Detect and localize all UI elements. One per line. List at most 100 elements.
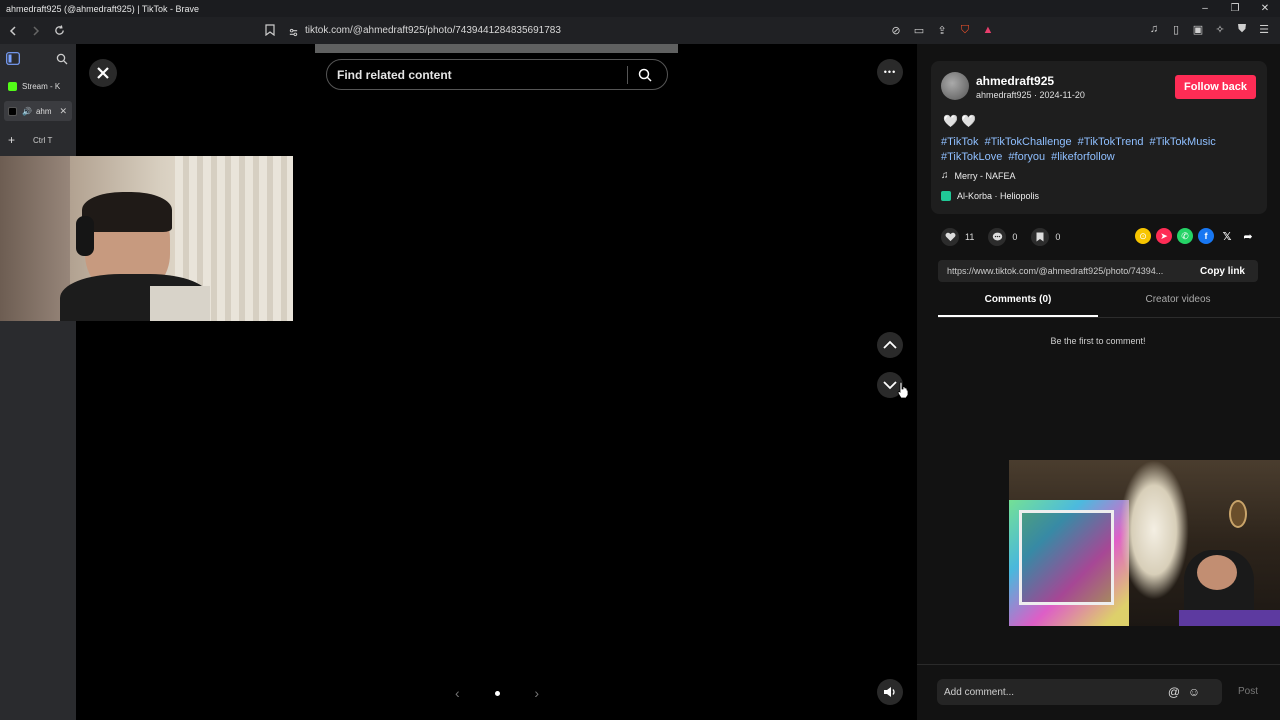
hand-cursor-icon — [897, 381, 909, 399]
media-icon[interactable]: ♫ — [1146, 21, 1162, 37]
music-note-icon: ♫ — [941, 170, 949, 181]
post-link-text[interactable]: https://www.tiktok.com/@ahmedraft925/pho… — [947, 266, 1200, 276]
avatar[interactable] — [941, 72, 969, 100]
share-buttons: ⊙ ➤ ✆ f 𝕏 ➦ — [1135, 228, 1256, 244]
tab-item-stream[interactable]: Stream - K — [4, 76, 72, 96]
emoji-icon[interactable]: ☺ — [1184, 685, 1204, 699]
comment-box: @ ☺ — [937, 679, 1222, 705]
hashtag-link[interactable]: #foryou — [1008, 151, 1045, 163]
webcam-overlay-right — [1009, 460, 1280, 626]
tab-search-icon[interactable] — [56, 52, 68, 70]
leo-ai-icon[interactable]: ✧ — [1212, 21, 1228, 37]
site-info-icon[interactable] — [288, 25, 299, 43]
embed-share-icon[interactable]: ⊙ — [1135, 228, 1151, 244]
window-title-bar: ahmedraft925 (@ahmedraft925) | TikTok - … — [0, 0, 1280, 17]
caption-hearts: 🤍 🤍 — [943, 114, 977, 128]
more-share-icon[interactable]: ➦ — [1240, 228, 1256, 244]
window-title: ahmedraft925 (@ahmedraft925) | TikTok - … — [6, 3, 200, 14]
browser-toolbar: tiktok.com/@ahmedraft925/photo/743944128… — [0, 17, 1280, 44]
plus-icon: + — [8, 133, 16, 147]
reload-icon[interactable] — [49, 21, 69, 41]
no-tracking-icon[interactable]: ⊘ — [888, 22, 904, 38]
engagement-bar: 11 0 0 — [941, 228, 1068, 246]
tab-panel-icon[interactable] — [6, 52, 20, 70]
tab-comments[interactable]: Comments (0) — [938, 294, 1098, 317]
vpn-icon[interactable]: ⛊ — [1234, 21, 1250, 37]
send-share-icon[interactable]: ➤ — [1156, 228, 1172, 244]
wallet-icon[interactable]: ▣ — [1190, 21, 1206, 37]
like-button[interactable]: 11 — [941, 228, 974, 246]
brave-rewards-icon[interactable]: ▲ — [980, 22, 996, 38]
author-subline: ahmedraft925 · 2024-11-20 — [976, 90, 1085, 100]
empty-comments-message: Be the first to comment! — [1050, 336, 1146, 346]
hashtag-link[interactable]: #TikTok — [941, 136, 979, 148]
hashtag-link[interactable]: #TikTokMusic — [1150, 136, 1216, 148]
x-share-icon[interactable]: 𝕏 — [1219, 228, 1235, 244]
tab-label: ahm — [35, 106, 52, 116]
volume-icon — [884, 687, 895, 697]
comment-count: 0 — [1012, 232, 1018, 242]
minimize-button[interactable]: – — [1190, 3, 1220, 14]
chevron-down-icon — [883, 381, 897, 390]
comment-input[interactable] — [944, 686, 1164, 698]
forward-icon[interactable] — [26, 21, 46, 41]
kick-favicon-icon — [8, 81, 17, 91]
author-username[interactable]: ahmedraft925 — [976, 74, 1054, 88]
share-icon[interactable]: ⇪ — [934, 22, 950, 38]
webcam-overlay-left — [0, 156, 293, 321]
music-title: Merry - NAFEA — [954, 170, 1016, 181]
mention-icon[interactable]: @ — [1164, 685, 1184, 699]
hashtag-link[interactable]: #TikTokLove — [941, 151, 1002, 163]
music-link[interactable]: ♫ Merry - NAFEA — [941, 170, 1016, 181]
location-link[interactable]: Al-Korba · Heliopolis — [941, 191, 1039, 201]
hashtag-link[interactable]: #TikTokChallenge — [985, 136, 1072, 148]
volume-button[interactable] — [877, 679, 903, 705]
hashtag-link[interactable]: #TikTokTrend — [1078, 136, 1144, 148]
like-count: 11 — [965, 232, 975, 242]
tab-item-tiktok[interactable]: 🔊 ahm ✕ — [4, 101, 72, 121]
facebook-share-icon[interactable]: f — [1198, 228, 1214, 244]
save-count: 0 — [1055, 232, 1061, 242]
tab-label: Stream - K — [22, 81, 61, 91]
pager-prev-button[interactable]: ‹ — [455, 685, 460, 701]
comment-button[interactable]: 0 — [988, 228, 1017, 246]
photo-pager: ‹ › — [455, 684, 539, 702]
close-tab-icon[interactable]: ✕ — [59, 106, 67, 117]
bookmark-icon[interactable] — [260, 20, 280, 40]
more-icon: ••• — [883, 67, 897, 77]
brave-shields-icon[interactable]: ⛉ — [957, 22, 973, 38]
close-viewer-button[interactable] — [89, 59, 117, 87]
menu-icon[interactable]: ☰ — [1256, 21, 1272, 37]
new-tab-button[interactable]: + Ctrl T — [4, 130, 72, 150]
speaker-icon[interactable]: 🔊 — [22, 107, 32, 116]
search-icon[interactable] — [628, 68, 662, 82]
copy-link-button[interactable]: Copy link — [1200, 266, 1258, 277]
back-icon[interactable] — [3, 21, 23, 41]
sidebar-toggle-icon[interactable]: ▯ — [1168, 21, 1184, 37]
hashtag-link[interactable]: #likeforfollow — [1051, 151, 1115, 163]
close-window-button[interactable]: ✕ — [1250, 3, 1280, 14]
tiktok-favicon-icon — [8, 106, 17, 116]
post-link-row: https://www.tiktok.com/@ahmedraft925/pho… — [938, 260, 1258, 282]
save-button[interactable]: 0 — [1031, 228, 1060, 246]
location-pin-icon — [941, 191, 951, 201]
panel-tabs: Comments (0) Creator videos — [938, 294, 1280, 318]
whatsapp-share-icon[interactable]: ✆ — [1177, 228, 1193, 244]
previous-post-button[interactable] — [877, 332, 903, 358]
restore-button[interactable]: ❐ — [1220, 3, 1250, 14]
bookmark-icon — [1031, 228, 1050, 246]
follow-back-button[interactable]: Follow back — [1175, 75, 1256, 99]
post-comment-button[interactable]: Post — [1238, 686, 1258, 697]
pager-dot-active[interactable] — [494, 690, 500, 696]
url-text: tiktok.com/@ahmedraft925/photo/743944128… — [305, 25, 561, 36]
related-search-input[interactable] — [337, 67, 627, 82]
tab-creator-videos[interactable]: Creator videos — [1098, 294, 1258, 317]
pager-next-button[interactable]: › — [534, 685, 539, 701]
heart-icon — [941, 228, 959, 246]
more-options-button[interactable]: ••• — [877, 59, 903, 85]
photo-edge — [315, 44, 678, 53]
vertical-tabs-sidebar: Stream - K 🔊 ahm ✕ + Ctrl T — [0, 44, 76, 720]
cast-icon[interactable]: ▭ — [911, 22, 927, 38]
new-tab-shortcut: Ctrl T — [33, 135, 53, 145]
caption-hashtags: #TikTok #TikTokChallenge #TikTokTrend #T… — [941, 135, 1241, 165]
